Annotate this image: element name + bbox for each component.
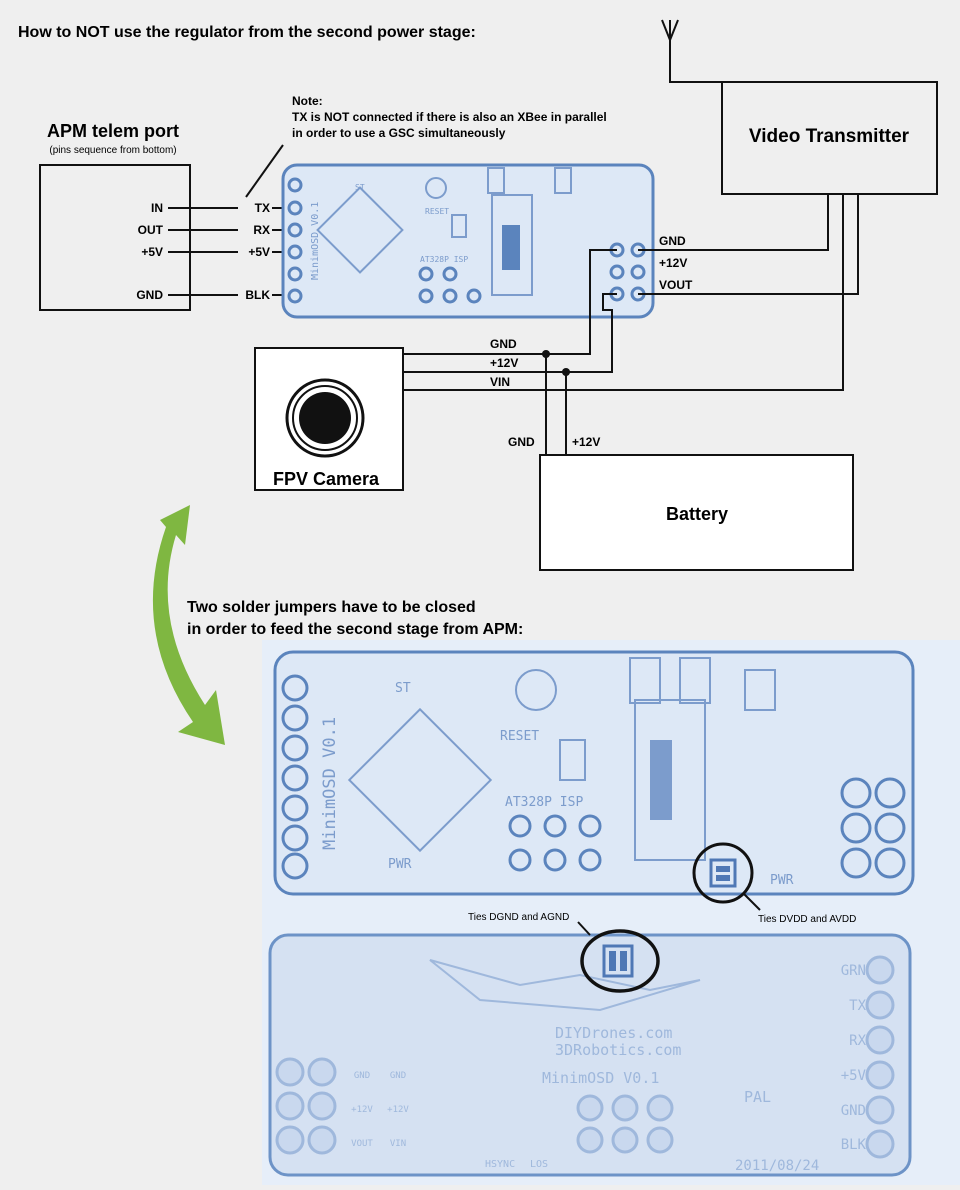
- minimosd-board-top: MinimOSD V0.1 ST RESET AT328P ISP: [281, 163, 655, 319]
- svg-text:AT328P ISP: AT328P ISP: [420, 255, 468, 264]
- svg-text:GND: GND: [390, 1071, 406, 1081]
- svg-text:RESET: RESET: [500, 729, 539, 744]
- callout-dvdd-label: Ties DVDD and AVDD: [758, 914, 856, 925]
- note-line-1: TX is NOT connected if there is also an …: [292, 110, 607, 124]
- svg-text:GND: GND: [354, 1071, 370, 1081]
- junction-12v: [562, 368, 570, 376]
- svg-text:LOS: LOS: [530, 1159, 548, 1170]
- svg-text:+12V: +12V: [387, 1105, 409, 1115]
- osd-pin-rx: RX: [253, 223, 270, 237]
- apm-pin-in: IN: [151, 201, 163, 215]
- antenna-icon: [661, 19, 722, 83]
- svg-text:GRN: GRN: [841, 963, 866, 979]
- svg-text:VOUT: VOUT: [351, 1139, 373, 1149]
- svg-text:HSYNC: HSYNC: [485, 1159, 515, 1170]
- note-pointer: [245, 144, 284, 198]
- apm-title: APM telem port: [47, 121, 179, 141]
- svg-text:GND: GND: [841, 1103, 866, 1119]
- svg-text:RESET: RESET: [425, 207, 449, 216]
- osd-pin-12v-right: +12V: [659, 256, 687, 270]
- diagram-title: How to NOT use the regulator from the se…: [18, 24, 476, 41]
- telem-wires: [168, 207, 292, 296]
- apm-pin-out: OUT: [138, 223, 164, 237]
- junction-gnd: [542, 350, 550, 358]
- fpv-camera-label: FPV Camera: [273, 469, 380, 489]
- svg-text:MinimOSD V0.1: MinimOSD V0.1: [310, 202, 321, 280]
- apm-subtitle: (pins sequence from bottom): [49, 145, 176, 156]
- svg-text:MinimOSD V0.1: MinimOSD V0.1: [320, 717, 340, 850]
- svg-text:PWR: PWR: [770, 873, 794, 888]
- svg-text:VIN: VIN: [390, 1139, 406, 1149]
- camera-lens-icon: [285, 378, 365, 458]
- apm-telem-box: [39, 164, 191, 311]
- minimosd-board-front: MinimOSD V0.1 ST RESET AT328P ISP PWR PW…: [273, 650, 915, 896]
- wiring-diagram: How to NOT use the regulator from the se…: [18, 19, 960, 1185]
- svg-text:ST: ST: [395, 681, 411, 696]
- svg-text:BLK: BLK: [841, 1137, 867, 1153]
- svg-text:DIYDrones.com: DIYDrones.com: [555, 1024, 672, 1042]
- svg-text:MinimOSD V0.1: MinimOSD V0.1: [542, 1069, 659, 1087]
- osd-pin-gnd-right: GND: [659, 234, 686, 248]
- osd-pin-5v: +5V: [248, 245, 270, 259]
- video-transmitter-label: Video Transmitter: [749, 126, 910, 147]
- svg-text:AT328P ISP: AT328P ISP: [505, 795, 583, 810]
- apm-pin-5v: +5V: [141, 245, 163, 259]
- svg-text:RX: RX: [849, 1033, 866, 1049]
- svg-text:PWR: PWR: [388, 857, 412, 872]
- svg-text:ST: ST: [355, 183, 365, 192]
- battery-wire-gnd: GND: [508, 435, 535, 449]
- osd-pin-vout-right: VOUT: [659, 278, 693, 292]
- camera-wire-vin: VIN: [490, 375, 510, 389]
- camera-wire-12v: +12V: [490, 356, 518, 370]
- svg-text:+5V: +5V: [841, 1068, 867, 1084]
- apm-pin-gnd: GND: [136, 288, 163, 302]
- svg-text:TX: TX: [849, 998, 866, 1014]
- svg-text:PAL: PAL: [744, 1088, 771, 1106]
- minimosd-board-back: DIYDrones.com 3DRobotics.com MinimOSD V0…: [268, 933, 912, 1177]
- jumper-text-line-1: Two solder jumpers have to be closed: [187, 599, 476, 616]
- osd-pin-blk: BLK: [245, 288, 270, 302]
- svg-text:2011/08/24: 2011/08/24: [735, 1158, 819, 1174]
- note-heading: Note:: [292, 94, 323, 108]
- battery-label: Battery: [666, 504, 728, 524]
- svg-text:3DRobotics.com: 3DRobotics.com: [555, 1041, 681, 1059]
- svg-text:+12V: +12V: [351, 1105, 373, 1115]
- callout-dgnd-label: Ties DGND and AGND: [468, 912, 569, 923]
- note-line-2: in order to use a GSC simultaneously: [292, 126, 506, 140]
- osd-pin-tx: TX: [255, 201, 270, 215]
- jumper-text-line-2: in order to feed the second stage from A…: [187, 621, 523, 638]
- battery-wire-12v: +12V: [572, 435, 600, 449]
- camera-wire-gnd: GND: [490, 337, 517, 351]
